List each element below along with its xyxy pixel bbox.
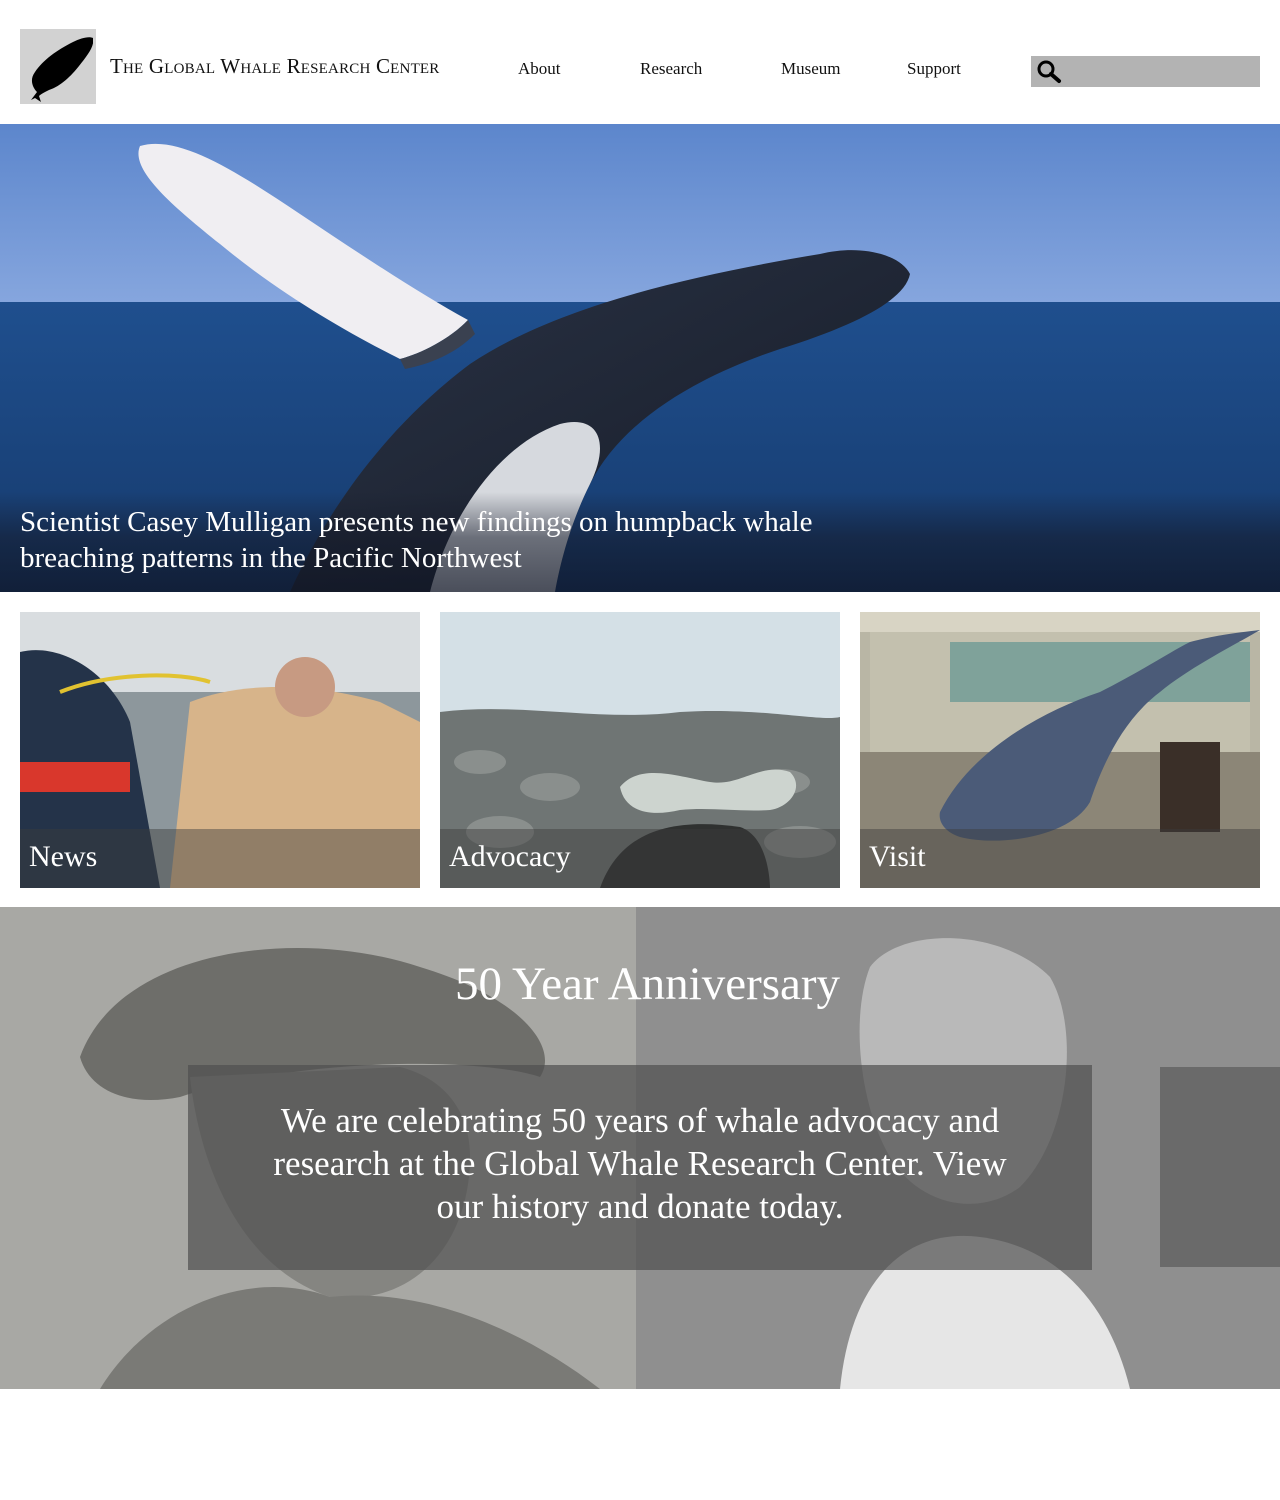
card-news[interactable]: News (20, 612, 420, 888)
card-advocacy[interactable]: Advocacy (440, 612, 840, 888)
nav-about[interactable]: About (518, 59, 561, 79)
main-nav: About Research Museum Support (0, 59, 1000, 83)
hero-caption[interactable]: Scientist Casey Mulligan presents new fi… (20, 504, 840, 576)
anniversary-section: 50 Year Anniversary We are celebrating 5… (0, 907, 1280, 1389)
nav-support[interactable]: Support (907, 59, 961, 79)
card-label-advocacy[interactable]: Advocacy (449, 840, 571, 874)
search-bar (1031, 56, 1260, 87)
nav-research[interactable]: Research (640, 59, 702, 79)
hero-banner[interactable]: Scientist Casey Mulligan presents new fi… (0, 124, 1280, 592)
card-label-news[interactable]: News (29, 840, 97, 874)
card-visit[interactable]: Visit (860, 612, 1260, 888)
anniversary-body[interactable]: We are celebrating 50 years of whale adv… (188, 1099, 1092, 1228)
search-input[interactable] (1063, 56, 1260, 87)
search-icon[interactable] (1035, 58, 1063, 86)
anniversary-title: 50 Year Anniversary (454, 958, 841, 1010)
nav-museum[interactable]: Museum (781, 59, 841, 79)
site-header: The Global Whale Research Center About R… (0, 0, 1280, 124)
anniversary-callout[interactable]: We are celebrating 50 years of whale adv… (188, 1065, 1092, 1270)
card-label-visit[interactable]: Visit (869, 840, 926, 874)
